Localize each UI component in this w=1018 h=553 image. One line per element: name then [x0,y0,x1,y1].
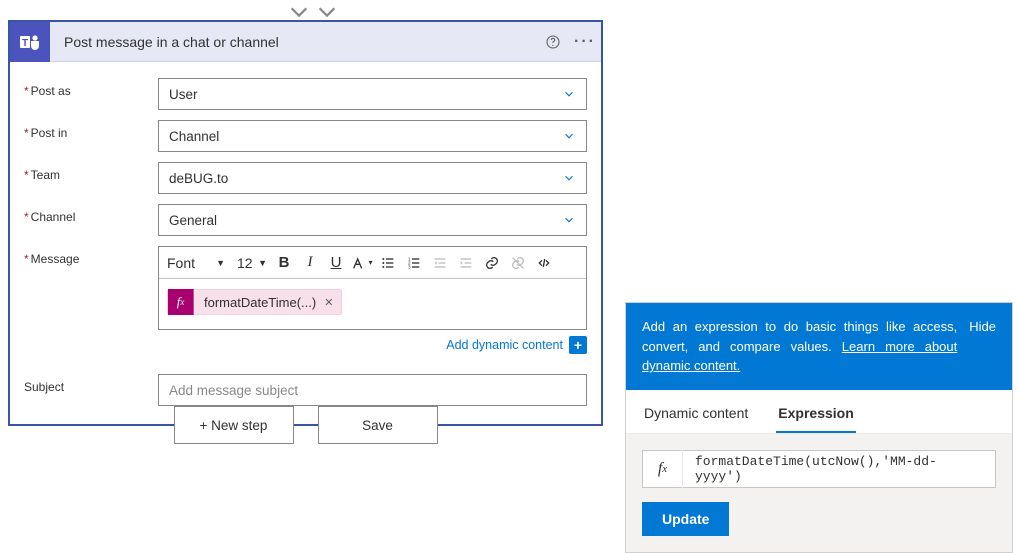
expression-input[interactable]: fx formatDateTime(utcNow(),'MM-dd-yyyy') [642,450,996,488]
font-picker[interactable]: Font▼ [165,252,231,274]
label-channel: *Channel [24,204,158,224]
font-size-picker[interactable]: 12▼ [235,252,269,274]
rich-text-toolbar: Font▼ 12▼ B I U ▾ 123 [159,247,586,279]
label-team: *Team [24,162,158,182]
chevron-down-icon [562,171,576,185]
expression-token[interactable]: fx formatDateTime(...) ✕ [167,289,342,315]
label-message: *Message [24,246,158,266]
expression-value: formatDateTime(utcNow(),'MM-dd-yyyy') [683,454,995,484]
card-header[interactable]: T Post message in a chat or channel ··· [10,22,601,62]
label-post-in: *Post in [24,120,158,140]
svg-text:3: 3 [408,264,411,269]
card-title: Post message in a chat or channel [50,34,537,50]
new-step-button[interactable]: + New step [174,406,294,444]
teams-icon: T [10,22,50,62]
add-dynamic-content-plus-icon[interactable]: + [569,336,587,354]
outdent-button[interactable] [429,252,451,274]
label-subject: Subject [24,374,158,394]
ellipsis-icon[interactable]: ··· [569,22,601,62]
fx-icon: fx [643,450,683,488]
underline-button[interactable]: U [325,252,347,274]
subject-input[interactable]: Add message subject [158,374,587,406]
expression-tip-text: Add an expression to do basic things lik… [642,317,957,376]
chevron-down-icon [562,87,576,101]
select-post-in[interactable]: Channel [158,120,587,152]
expression-panel: Add an expression to do basic things lik… [625,302,1013,553]
chevron-down-icon [562,129,576,143]
select-post-as[interactable]: User [158,78,587,110]
number-list-button[interactable]: 123 [403,252,425,274]
label-post-as: *Post as [24,78,158,98]
action-card: T Post message in a chat or channel ··· … [8,20,603,426]
update-button[interactable]: Update [642,502,729,536]
token-remove-icon[interactable]: ✕ [324,296,341,309]
tab-dynamic-content[interactable]: Dynamic content [642,405,750,433]
token-label: formatDateTime(...) [194,295,324,310]
unlink-button[interactable] [507,252,529,274]
indent-button[interactable] [455,252,477,274]
message-editor[interactable]: Font▼ 12▼ B I U ▾ 123 [158,246,587,330]
color-picker-button[interactable]: ▾ [351,252,373,274]
fx-icon: fx [168,289,194,315]
code-view-button[interactable] [533,252,555,274]
bold-button[interactable]: B [273,252,295,274]
chevron-down-icon [562,213,576,227]
help-icon[interactable] [537,22,569,62]
italic-button[interactable]: I [299,252,321,274]
hide-panel-button[interactable]: Hide [969,317,996,376]
save-button[interactable]: Save [318,406,438,444]
svg-text:T: T [22,38,28,49]
bullet-list-button[interactable] [377,252,399,274]
select-channel[interactable]: General [158,204,587,236]
link-button[interactable] [481,252,503,274]
select-team[interactable]: deBUG.to [158,162,587,194]
tab-expression[interactable]: Expression [776,405,855,433]
add-dynamic-content-link[interactable]: Add dynamic content [446,338,563,352]
